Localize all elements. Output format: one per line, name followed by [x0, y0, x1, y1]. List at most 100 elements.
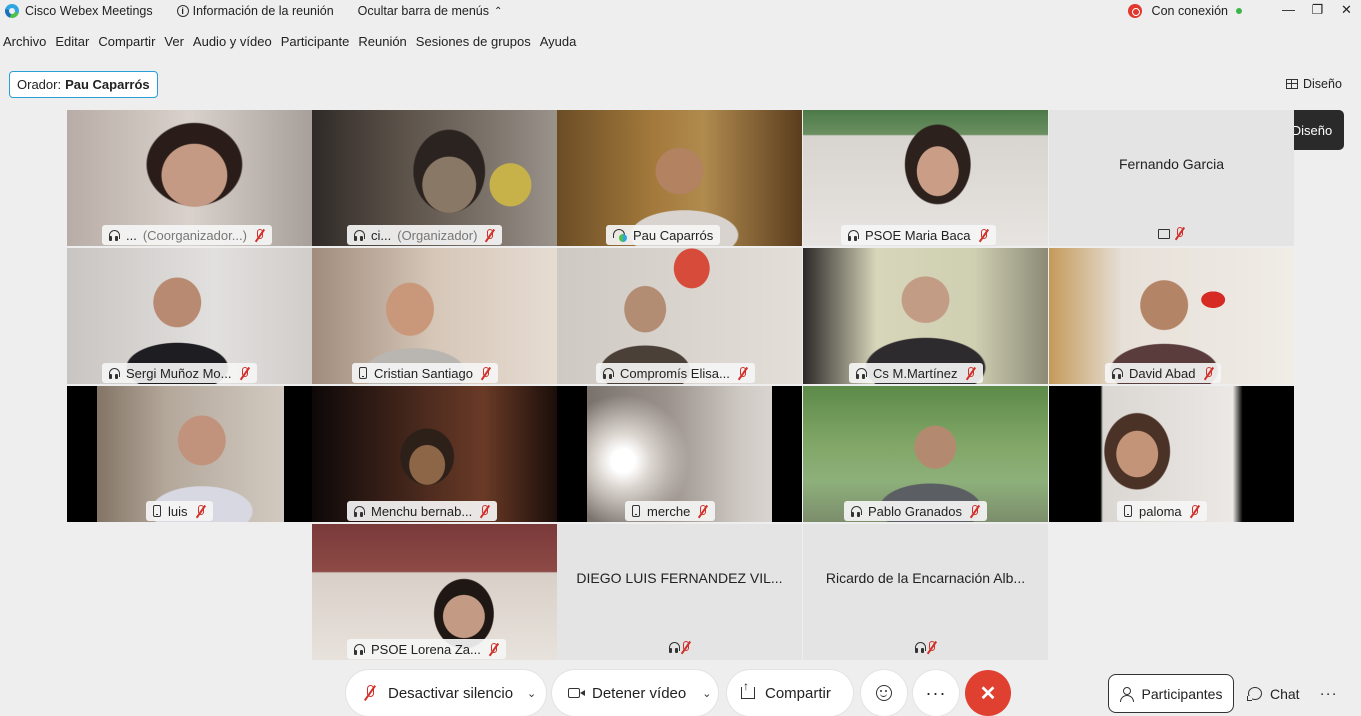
share-label: Compartir: [765, 684, 831, 702]
chevron-down-icon[interactable]: ⌄: [527, 687, 536, 700]
video-tile-no-video[interactable]: Ricardo de la Encarnación Alb...: [803, 524, 1048, 660]
phone-icon: [359, 367, 367, 379]
hide-menu-bar-button[interactable]: Ocultar barra de menús ⌃: [358, 4, 503, 18]
microphone-muted-icon: [488, 642, 499, 656]
menu-bar: Archivo Editar Compartir Ver Audio y víd…: [0, 30, 582, 52]
video-tile[interactable]: merche: [557, 386, 802, 522]
leave-meeting-button[interactable]: ✕: [965, 670, 1011, 716]
participants-button[interactable]: Participantes: [1108, 674, 1234, 713]
microphone-muted-icon: [697, 504, 708, 518]
participant-label: Menchu bernab...: [347, 501, 498, 521]
microphone-muted-icon: [926, 641, 937, 654]
panel-more-button[interactable]: ···: [1310, 674, 1348, 713]
recording-icon: [1127, 4, 1142, 18]
person-icon: [1119, 686, 1134, 702]
video-tile-no-video[interactable]: Fernando Garcia: [1049, 110, 1294, 246]
hide-menu-label: Ocultar barra de menús: [357, 4, 489, 18]
menu-audio-video[interactable]: Audio y vídeo: [193, 34, 272, 49]
video-tile[interactable]: Sergi Muñoz Mo...: [67, 248, 312, 384]
menu-compartir[interactable]: Compartir: [98, 34, 155, 49]
more-options-button[interactable]: ···: [913, 670, 959, 716]
video-tile[interactable]: Cristian Santiago: [312, 248, 557, 384]
headset-icon: [354, 229, 365, 241]
video-tile[interactable]: luis: [67, 386, 312, 522]
microphone-muted-icon: [1174, 227, 1185, 240]
stop-video-button[interactable]: Detener vídeo ⌄: [552, 670, 718, 716]
participant-name: Menchu bernab...: [371, 503, 473, 519]
connection-status-dot-icon: [1236, 8, 1242, 14]
microphone-muted-icon: [364, 685, 376, 701]
microphone-muted-icon: [195, 504, 206, 518]
participant-label: David Abad: [1105, 363, 1221, 383]
headset-icon: [848, 229, 859, 241]
maximize-button[interactable]: ❐: [1303, 0, 1332, 22]
smiley-icon: [876, 685, 892, 701]
participant-name: Pablo Granados: [868, 503, 962, 519]
close-icon: ✕: [979, 682, 997, 705]
title-bar: Cisco Webex Meetings i Información de la…: [0, 0, 1361, 22]
participant-name: PSOE Lorena Za...: [371, 641, 481, 657]
menu-editar[interactable]: Editar: [55, 34, 89, 49]
participant-name: David Abad: [1129, 365, 1196, 381]
close-window-button[interactable]: ✕: [1332, 0, 1361, 22]
participant-label: ci... (Organizador): [347, 225, 503, 245]
participant-label: ... (Coorganizador...): [102, 225, 272, 245]
participant-label: Cs M.Martínez: [849, 363, 983, 383]
video-tile[interactable]: Cs M.Martínez: [803, 248, 1048, 384]
webex-logo-icon: [5, 4, 19, 18]
menu-participante[interactable]: Participante: [281, 34, 350, 49]
menu-ver[interactable]: Ver: [164, 34, 184, 49]
share-button[interactable]: Compartir: [727, 670, 853, 716]
reactions-button[interactable]: [861, 670, 907, 716]
video-tile[interactable]: Pablo Granados: [803, 386, 1048, 522]
webex-headset-icon: [613, 228, 627, 242]
minimize-button[interactable]: —: [1274, 0, 1303, 22]
chat-label: Chat: [1270, 685, 1300, 702]
participant-label: PSOE Lorena Za...: [347, 639, 506, 659]
video-tile[interactable]: Compromís Elisa...: [557, 248, 802, 384]
microphone-muted-icon: [254, 228, 265, 242]
menu-archivo[interactable]: Archivo: [3, 34, 46, 49]
speaker-label: Orador:: [17, 77, 62, 92]
video-tile[interactable]: David Abad: [1049, 248, 1294, 384]
video-tile[interactable]: ci... (Organizador): [312, 110, 557, 246]
headset-icon: [856, 367, 867, 379]
participant-name: Pau Caparrós: [633, 227, 714, 243]
more-icon: ···: [925, 683, 947, 703]
phone-icon: [632, 505, 640, 517]
microphone-muted-icon: [480, 366, 491, 380]
participant-name: merche: [647, 503, 691, 519]
meeting-info-button[interactable]: i Información de la reunión: [176, 4, 334, 18]
microphone-muted-icon: [969, 504, 980, 518]
stop-video-label: Detener vídeo: [592, 684, 687, 702]
chat-bubble-icon: [1247, 687, 1262, 701]
webex-window: Cisco Webex Meetings i Información de la…: [0, 0, 1361, 716]
video-tile[interactable]: paloma: [1049, 386, 1294, 522]
video-tile[interactable]: Menchu bernab...: [312, 386, 557, 522]
participant-name: Cs M.Martínez: [873, 365, 958, 381]
menu-sesiones-grupos[interactable]: Sesiones de grupos: [416, 34, 531, 49]
microphone-muted-icon: [978, 228, 989, 242]
speaker-name: Pau Caparrós: [65, 77, 150, 92]
menu-reunion[interactable]: Reunión: [358, 34, 406, 49]
menu-ayuda[interactable]: Ayuda: [540, 34, 577, 49]
headset-icon: [851, 505, 862, 517]
active-speaker-indicator[interactable]: Orador: Pau Caparrós: [9, 71, 158, 98]
participant-role: (Organizador): [397, 227, 478, 243]
video-tile[interactable]: PSOE Lorena Za...: [312, 524, 557, 660]
headset-icon: [668, 642, 680, 653]
video-tile-no-video[interactable]: DIEGO LUIS FERNANDEZ VIL...: [557, 524, 802, 660]
microphone-muted-icon: [1189, 504, 1200, 518]
video-tile[interactable]: ... (Coorganizador...): [67, 110, 312, 246]
connection-status: Con conexión: [1151, 4, 1228, 18]
panel-controls: Participantes Chat ···: [1108, 674, 1361, 713]
layout-button[interactable]: Diseño: [1278, 72, 1350, 96]
video-tile[interactable]: PSOE Maria Baca: [803, 110, 1048, 246]
headset-icon: [109, 367, 120, 379]
participants-label: Participantes: [1141, 685, 1223, 702]
video-tile-active-speaker[interactable]: Pau Caparrós: [557, 110, 802, 246]
chat-button[interactable]: Chat: [1238, 674, 1310, 713]
participant-label: Sergi Muñoz Mo...: [102, 363, 257, 383]
unmute-button[interactable]: Desactivar silencio ⌄: [346, 670, 546, 716]
chevron-down-icon[interactable]: ⌄: [702, 687, 711, 700]
